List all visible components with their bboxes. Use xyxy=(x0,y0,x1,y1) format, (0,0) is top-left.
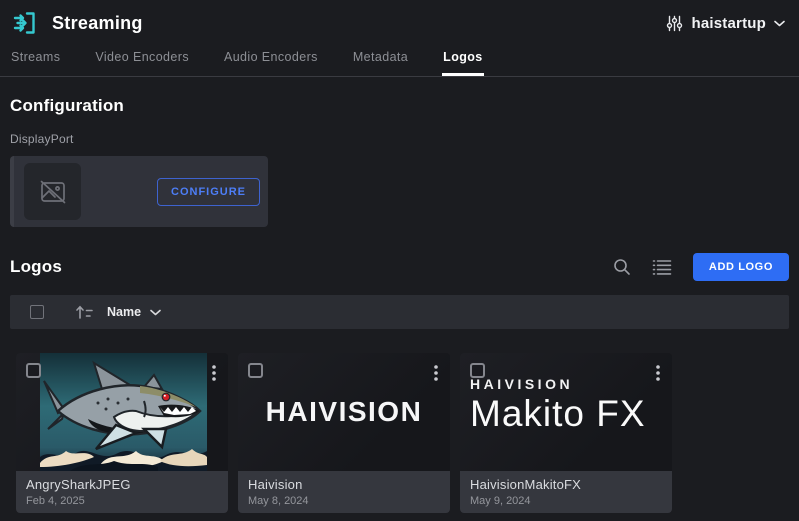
list-view-icon xyxy=(652,259,672,276)
sliders-icon xyxy=(666,15,683,32)
card-menu-button[interactable] xyxy=(206,361,222,385)
logo-card-makitofx: HAIVISION Makito FX HaivisionMakitoFX Ma… xyxy=(460,353,672,513)
logo-image-angryshark[interactable] xyxy=(16,353,228,471)
tab-logos[interactable]: Logos xyxy=(442,46,484,74)
list-view-button[interactable] xyxy=(652,259,672,276)
user-menu[interactable]: haistartup xyxy=(666,15,785,32)
card-menu-button[interactable] xyxy=(428,361,444,385)
card-checkbox[interactable] xyxy=(248,363,263,378)
card-footer: AngrySharkJPEG Feb 4, 2025 xyxy=(16,471,228,513)
logo-name: Haivision xyxy=(248,477,440,492)
card-footer: HaivisionMakitoFX May 9, 2024 xyxy=(460,471,672,513)
tab-audio-encoders[interactable]: Audio Encoders xyxy=(223,46,319,74)
tab-metadata[interactable]: Metadata xyxy=(352,46,409,74)
page-title: Streaming xyxy=(52,13,143,34)
card-checkbox[interactable] xyxy=(26,363,41,378)
card-menu-button[interactable] xyxy=(650,361,666,385)
displayport-config-panel: CONFIGURE xyxy=(10,156,268,227)
logo-date: May 8, 2024 xyxy=(248,495,440,507)
sort-field-label: Name xyxy=(107,305,141,319)
tab-streams[interactable]: Streams xyxy=(10,46,61,74)
logo-card-angryshark: AngrySharkJPEG Feb 4, 2025 xyxy=(16,353,228,513)
logo-date: May 9, 2024 xyxy=(470,495,662,507)
chevron-down-icon xyxy=(774,20,785,27)
tab-bar: Streams Video Encoders Audio Encoders Me… xyxy=(0,46,799,77)
configure-button[interactable]: CONFIGURE xyxy=(157,178,260,206)
chevron-down-icon xyxy=(150,309,161,316)
select-all-checkbox[interactable] xyxy=(30,305,44,319)
no-image-icon xyxy=(39,179,67,205)
logos-heading: Logos xyxy=(10,257,62,277)
haivision-wordmark: HAIVISION xyxy=(266,396,423,428)
tab-video-encoders[interactable]: Video Encoders xyxy=(94,46,190,74)
angry-shark-image xyxy=(40,353,207,471)
card-checkbox[interactable] xyxy=(470,363,485,378)
logo-date: Feb 4, 2025 xyxy=(26,495,218,507)
kebab-menu-icon xyxy=(656,365,660,381)
search-button[interactable] xyxy=(613,258,631,276)
streaming-app-icon xyxy=(12,10,38,36)
logo-card-grid: AngrySharkJPEG Feb 4, 2025 HAIVISION xyxy=(16,353,789,513)
logo-card-haivision: HAIVISION Haivision May 8, 2024 xyxy=(238,353,450,513)
configuration-heading: Configuration xyxy=(10,96,789,116)
logo-preview-thumbnail xyxy=(24,163,81,220)
kebab-menu-icon xyxy=(212,365,216,381)
device-name-label: DisplayPort xyxy=(10,132,789,146)
makito-product-text: Makito FX xyxy=(470,393,672,435)
app-header: Streaming haistartup xyxy=(0,0,799,46)
logo-name: HaivisionMakitoFX xyxy=(470,477,662,492)
sort-ascending-icon xyxy=(75,304,94,320)
kebab-menu-icon xyxy=(434,365,438,381)
makito-brand-text: HAIVISION xyxy=(470,376,672,392)
logo-image-makitofx[interactable]: HAIVISION Makito FX xyxy=(460,353,672,471)
card-footer: Haivision May 8, 2024 xyxy=(238,471,450,513)
logo-image-haivision[interactable]: HAIVISION xyxy=(238,353,450,471)
add-logo-button[interactable]: ADD LOGO xyxy=(693,253,789,281)
search-icon xyxy=(613,258,631,276)
logo-name: AngrySharkJPEG xyxy=(26,477,218,492)
username-label: haistartup xyxy=(691,15,766,32)
sort-field-dropdown[interactable]: Name xyxy=(107,305,161,319)
sort-direction-button[interactable] xyxy=(75,304,94,320)
logos-list-toolbar: Name xyxy=(10,295,789,329)
